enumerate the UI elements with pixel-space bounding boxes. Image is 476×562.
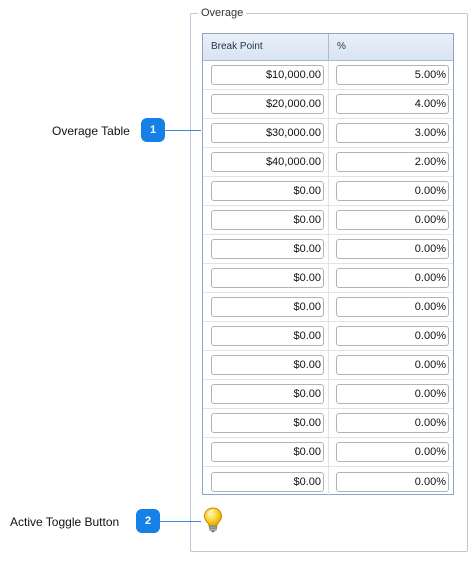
break-point-input[interactable]: $0.00 xyxy=(211,239,324,259)
cell-break-point: $0.00 xyxy=(203,264,329,292)
break-point-input[interactable]: $0.00 xyxy=(211,210,324,230)
table-row: $20,000.00 4.00% xyxy=(203,90,453,119)
break-point-input[interactable]: $0.00 xyxy=(211,326,324,346)
break-point-input[interactable]: $40,000.00 xyxy=(211,152,324,172)
percent-input[interactable]: 0.00% xyxy=(336,355,449,375)
cell-break-point: $0.00 xyxy=(203,467,329,496)
cell-percent: 0.00% xyxy=(329,206,453,234)
cell-percent: 2.00% xyxy=(329,148,453,176)
cell-break-point: $10,000.00 xyxy=(203,61,329,89)
break-point-input[interactable]: $0.00 xyxy=(211,268,324,288)
overage-table: Break Point % $10,000.00 5.00% $20,000.00 4… xyxy=(202,33,454,496)
table-row: $30,000.00 3.00% xyxy=(203,119,453,148)
cell-percent: 0.00% xyxy=(329,351,453,379)
table-row: $0.00 0.00% xyxy=(203,322,453,351)
percent-input[interactable]: 0.00% xyxy=(336,297,449,317)
cell-break-point: $0.00 xyxy=(203,206,329,234)
percent-input[interactable]: 0.00% xyxy=(336,471,449,492)
percent-input[interactable]: 0.00% xyxy=(336,413,449,433)
break-point-input[interactable]: $0.00 xyxy=(211,384,324,404)
break-point-input[interactable]: $0.00 xyxy=(211,181,324,201)
cell-percent: 3.00% xyxy=(329,119,453,147)
percent-input[interactable]: 0.00% xyxy=(336,239,449,259)
active-toggle-button[interactable] xyxy=(203,507,223,533)
callout-leader-1 xyxy=(165,130,201,131)
table-row: $0.00 0.00% xyxy=(203,467,453,496)
cell-break-point: $0.00 xyxy=(203,351,329,379)
cell-percent: 5.00% xyxy=(329,61,453,89)
cell-break-point: $40,000.00 xyxy=(203,148,329,176)
percent-input[interactable]: 0.00% xyxy=(336,442,449,462)
lightbulb-icon xyxy=(203,507,223,533)
break-point-input[interactable]: $0.00 xyxy=(211,442,324,462)
cell-percent: 0.00% xyxy=(329,467,453,496)
break-point-input[interactable]: $0.00 xyxy=(211,413,324,433)
break-point-input[interactable]: $20,000.00 xyxy=(211,94,324,114)
table-row: $0.00 0.00% xyxy=(203,264,453,293)
callout-label-overage-table: Overage Table xyxy=(52,124,130,138)
table-row: $0.00 0.00% xyxy=(203,293,453,322)
cell-break-point: $0.00 xyxy=(203,409,329,437)
overage-group-title: Overage xyxy=(198,6,247,20)
cell-percent: 0.00% xyxy=(329,293,453,321)
callout-label-active-toggle: Active Toggle Button xyxy=(10,515,120,529)
callout-badge-1: 1 xyxy=(141,118,165,142)
cell-break-point: $0.00 xyxy=(203,177,329,205)
break-point-input[interactable]: $0.00 xyxy=(211,355,324,375)
cell-percent: 0.00% xyxy=(329,235,453,263)
cell-percent: 0.00% xyxy=(329,177,453,205)
table-row: $0.00 0.00% xyxy=(203,438,453,467)
percent-input[interactable]: 4.00% xyxy=(336,94,449,114)
table-row: $0.00 0.00% xyxy=(203,409,453,438)
callout-badge-2: 2 xyxy=(136,509,160,533)
cell-break-point: $0.00 xyxy=(203,380,329,408)
cell-percent: 0.00% xyxy=(329,438,453,466)
table-row: $10,000.00 5.00% xyxy=(203,61,453,90)
table-row: $40,000.00 2.00% xyxy=(203,148,453,177)
table-row: $0.00 0.00% xyxy=(203,206,453,235)
percent-input[interactable]: 0.00% xyxy=(336,210,449,230)
table-body: $10,000.00 5.00% $20,000.00 4.00% $30,000.00… xyxy=(203,61,453,496)
cell-percent: 4.00% xyxy=(329,90,453,118)
table-header: Break Point % xyxy=(203,34,453,61)
cell-percent: 0.00% xyxy=(329,322,453,350)
cell-break-point: $0.00 xyxy=(203,438,329,466)
percent-input[interactable]: 5.00% xyxy=(336,65,449,85)
column-header-percent[interactable]: % xyxy=(329,34,453,60)
cell-percent: 0.00% xyxy=(329,264,453,292)
cell-break-point: $30,000.00 xyxy=(203,119,329,147)
cell-break-point: $0.00 xyxy=(203,322,329,350)
callout-leader-2 xyxy=(160,521,201,522)
percent-input[interactable]: 0.00% xyxy=(336,326,449,346)
screenshot-canvas: Overage Break Point % $10,000.00 5.00% $20… xyxy=(0,0,476,562)
cell-percent: 0.00% xyxy=(329,409,453,437)
table-row: $0.00 0.00% xyxy=(203,235,453,264)
break-point-input[interactable]: $10,000.00 xyxy=(211,65,324,85)
cell-break-point: $0.00 xyxy=(203,293,329,321)
table-row: $0.00 0.00% xyxy=(203,177,453,206)
percent-input[interactable]: 0.00% xyxy=(336,268,449,288)
cell-break-point: $20,000.00 xyxy=(203,90,329,118)
cell-break-point: $0.00 xyxy=(203,235,329,263)
break-point-input[interactable]: $0.00 xyxy=(211,471,324,492)
percent-input[interactable]: 2.00% xyxy=(336,152,449,172)
break-point-input[interactable]: $30,000.00 xyxy=(211,123,324,143)
table-row: $0.00 0.00% xyxy=(203,351,453,380)
cell-percent: 0.00% xyxy=(329,380,453,408)
break-point-input[interactable]: $0.00 xyxy=(211,297,324,317)
percent-input[interactable]: 3.00% xyxy=(336,123,449,143)
percent-input[interactable]: 0.00% xyxy=(336,384,449,404)
table-row: $0.00 0.00% xyxy=(203,380,453,409)
column-header-break-point[interactable]: Break Point xyxy=(203,34,329,60)
percent-input[interactable]: 0.00% xyxy=(336,181,449,201)
